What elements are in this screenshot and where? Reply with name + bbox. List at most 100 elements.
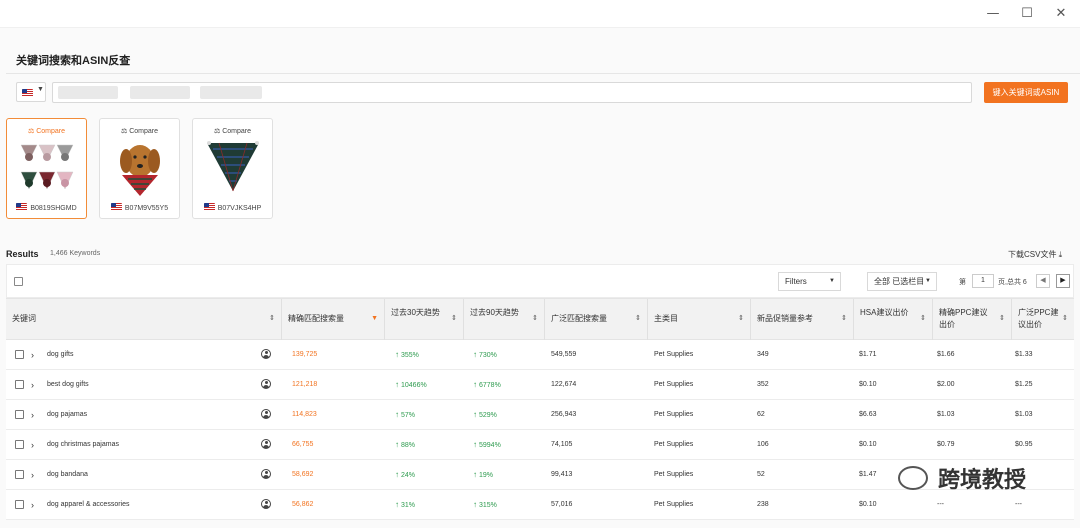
close-icon[interactable]: ✕ [1046,4,1076,24]
sort-icon[interactable]: ⇕ [1062,313,1068,325]
search-button[interactable]: 键入关键词或ASIN [984,82,1068,103]
table-row[interactable]: › best dog gifts 121,218 ↑ 10466% ↑ 6778% … [6,370,1074,400]
column-header-broad-volume[interactable]: 广泛匹配搜索量 ⇕ [545,299,648,340]
sort-icon[interactable]: ⇕ [269,313,275,325]
next-page-button[interactable]: ▶ [1056,274,1070,288]
broad-ppc-cell: $1.25 [1015,381,1033,388]
chevron-down-icon: ▼ [829,278,835,284]
column-header-hsa-bid[interactable]: HSA建议出价 ⇕ [854,299,933,340]
column-header-exact-volume[interactable]: 精确匹配搜索量 ▼ [282,299,385,340]
wechat-logo-icon [898,466,928,490]
promo-cell: 238 [757,501,769,508]
user-icon[interactable] [261,379,271,389]
compare-label[interactable]: ⚖ Compare [100,127,179,135]
sort-icon[interactable]: ⇕ [738,313,744,325]
row-checkbox[interactable] [15,410,24,419]
compare-label[interactable]: ⚖ Compare [7,127,86,135]
maximize-icon[interactable]: ☐ [1012,4,1042,24]
expand-chevron-icon[interactable]: › [31,400,34,430]
asin-label: B0819SHGMD [7,202,86,212]
us-flag-icon [22,89,33,97]
trend-30-cell: ↑ 10466% [395,370,427,400]
broad-volume-cell: 549,559 [551,351,577,358]
sort-icon[interactable]: ⇕ [451,313,457,325]
column-header-category[interactable]: 主类目 ⇕ [648,299,751,340]
row-checkbox[interactable] [15,470,24,479]
sort-desc-icon[interactable]: ▼ [371,313,378,325]
hsa-bid-cell: $0.10 [859,501,877,508]
compare-card[interactable]: ⚖ Compare B07M9V55Y5 [99,118,180,219]
arrow-up-icon: ↑ [473,470,477,479]
broad-ppc-cell: $1.03 [1015,411,1033,418]
category-cell: Pet Supplies [654,411,694,418]
compare-card[interactable]: ⚖ Compare B07VJKS4HP [192,118,273,219]
expand-chevron-icon[interactable]: › [31,430,34,460]
exact-volume-cell: 114,823 [292,411,317,418]
us-flag-icon [110,203,122,211]
expand-chevron-icon[interactable]: › [31,460,34,490]
sort-icon[interactable]: ⇕ [920,313,926,325]
exact-ppc-cell: $1.03 [937,411,955,418]
trend-90-cell: ↑ 315% [473,490,497,520]
select-all-checkbox[interactable] [14,277,23,286]
blurred-text [130,86,190,99]
row-checkbox[interactable] [15,350,24,359]
trend-90-cell: ↑ 5994% [473,430,501,460]
broad-volume-cell: 99,413 [551,471,573,478]
keyword-cell: best dog gifts [47,381,89,388]
column-header-promo[interactable]: 新品促销量参考 ⇕ [751,299,854,340]
column-header-trend-30[interactable]: 过去30天趋势 ⇕ [385,299,464,340]
table-row[interactable]: › dog apparel & accessories 56,862 ↑ 31% … [6,490,1074,520]
country-select[interactable]: ▼ [16,82,46,102]
sort-icon[interactable]: ⇕ [999,313,1005,325]
download-csv-link[interactable]: 下载CSV文件 ⤓ [1008,249,1062,260]
user-icon[interactable] [261,499,271,509]
row-checkbox[interactable] [15,440,24,449]
trend-90-cell: ↑ 6778% [473,370,501,400]
row-checkbox[interactable] [15,380,24,389]
product-image [112,139,168,196]
column-header-exact-ppc[interactable]: 精确PPC建议出价 ⇕ [933,299,1012,340]
prev-page-button[interactable]: ◀ [1036,274,1050,288]
product-image [205,139,261,196]
column-header-trend-90[interactable]: 过去90天趋势 ⇕ [464,299,545,340]
asin-label: B07M9V55Y5 [100,202,179,212]
column-header-broad-ppc[interactable]: 广泛PPC建议出价 ⇕ [1012,299,1074,340]
user-icon[interactable] [261,409,271,419]
user-icon[interactable] [261,469,271,479]
expand-chevron-icon[interactable]: › [31,340,34,370]
promo-cell: 106 [757,441,769,448]
search-input[interactable] [52,82,972,103]
sort-icon[interactable]: ⇕ [841,313,847,325]
table-row[interactable]: › dog gifts 139,725 ↑ 355% ↑ 730% 549,559 … [6,340,1074,370]
compare-card[interactable]: ⚖ Compare B0819SHGMD [6,118,87,219]
page-number-input[interactable]: 1 [972,274,994,288]
broad-volume-cell: 57,016 [551,501,573,508]
columns-dropdown[interactable]: 全部 已选栏目 ▼ [867,272,937,291]
category-cell: Pet Supplies [654,351,694,358]
keyword-cell: dog pajamas [47,411,88,418]
expand-chevron-icon[interactable]: › [31,370,34,400]
keyword-cell: dog christmas pajamas [47,441,119,448]
expand-chevron-icon[interactable]: › [31,490,34,520]
chevron-down-icon: ▼ [37,86,44,93]
user-icon[interactable] [261,349,271,359]
trend-30-cell: ↑ 88% [395,430,415,460]
category-cell: Pet Supplies [654,471,694,478]
compare-label[interactable]: ⚖ Compare [193,127,272,135]
row-checkbox[interactable] [15,500,24,509]
sort-icon[interactable]: ⇕ [532,313,538,325]
blurred-text [58,86,118,99]
sort-icon[interactable]: ⇕ [635,313,641,325]
divider [6,73,1080,74]
minimize-icon[interactable]: — [978,4,1008,24]
trend-30-cell: ↑ 31% [395,490,415,520]
column-header-keyword[interactable]: 关键词 ⇕ [6,299,282,340]
filters-dropdown[interactable]: Filters ▼ [778,272,841,291]
table-row[interactable]: › dog pajamas 114,823 ↑ 57% ↑ 529% 256,943… [6,400,1074,430]
hsa-bid-cell: $0.10 [859,381,877,388]
user-icon[interactable] [261,439,271,449]
table-row[interactable]: › dog christmas pajamas 66,755 ↑ 88% ↑ 599… [6,430,1074,460]
trend-30-cell: ↑ 57% [395,400,415,430]
keyword-cell: dog bandana [47,471,88,478]
